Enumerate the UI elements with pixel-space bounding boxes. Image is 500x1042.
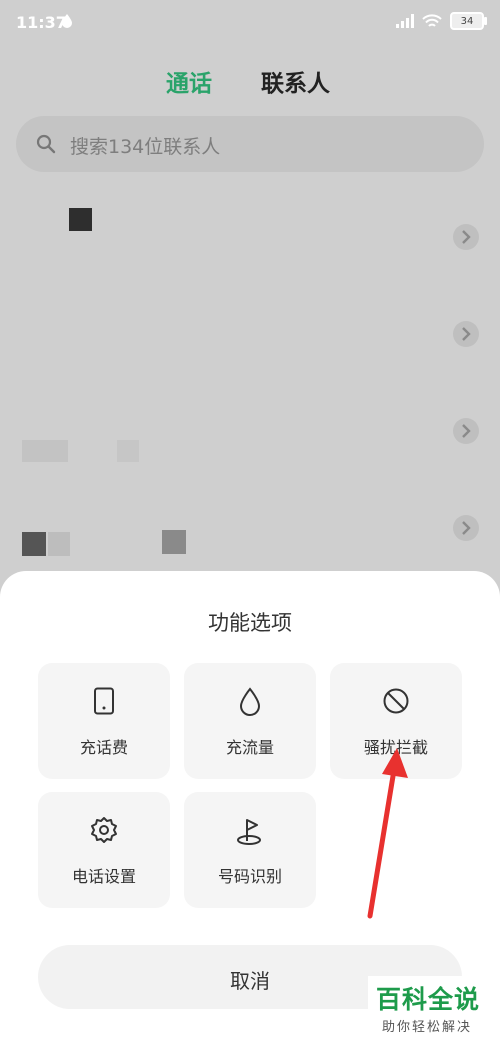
battery-level: 34 bbox=[460, 15, 474, 27]
annotation-arrow bbox=[367, 748, 408, 919]
number-identify-button[interactable]: 号码识别 bbox=[184, 792, 316, 908]
signal-icon bbox=[396, 14, 414, 28]
search-input[interactable]: 搜索134位联系人 bbox=[16, 116, 484, 172]
recharge-data-button[interactable]: 充流量 bbox=[184, 663, 316, 779]
call-detail-button[interactable] bbox=[453, 515, 479, 541]
recharge-fee-button[interactable]: 充话费 bbox=[38, 663, 170, 779]
avatar bbox=[22, 532, 46, 556]
tile-label: 充流量 bbox=[225, 738, 274, 757]
avatar bbox=[69, 208, 92, 231]
phone-icon bbox=[94, 687, 114, 715]
avatar bbox=[48, 532, 70, 556]
tab-contacts[interactable]: 联系人 bbox=[261, 64, 330, 98]
gear-icon bbox=[91, 817, 117, 843]
chevron-right-icon bbox=[462, 424, 471, 438]
water-drop-status-icon bbox=[62, 14, 72, 28]
block-icon bbox=[383, 688, 409, 714]
tile-label: 电话设置 bbox=[71, 867, 136, 886]
wifi-icon bbox=[422, 13, 442, 27]
tile-label: 充话费 bbox=[79, 738, 128, 757]
avatar bbox=[117, 440, 139, 462]
call-detail-button[interactable] bbox=[453, 321, 479, 347]
tile-label: 号码识别 bbox=[217, 867, 282, 886]
function-options-sheet: 功能选项 充话费 充流量 骚扰拦截 电话设置 号码识别 取消 bbox=[0, 571, 500, 1042]
status-time: 11:37 bbox=[16, 13, 67, 32]
chevron-right-icon bbox=[462, 327, 471, 341]
avatar bbox=[162, 530, 186, 554]
call-detail-button[interactable] bbox=[453, 418, 479, 444]
search-icon bbox=[36, 134, 56, 154]
avatar bbox=[22, 440, 68, 462]
status-bar: 11:37 34 bbox=[0, 0, 500, 44]
call-settings-button[interactable]: 电话设置 bbox=[38, 792, 170, 908]
flag-icon bbox=[237, 819, 261, 845]
search-placeholder: 搜索134位联系人 bbox=[70, 136, 221, 158]
tab-calls[interactable]: 通话 bbox=[166, 64, 212, 98]
call-detail-button[interactable] bbox=[453, 224, 479, 250]
water-drop-icon bbox=[239, 687, 261, 716]
status-right: 34 bbox=[394, 12, 487, 30]
chevron-right-icon bbox=[462, 521, 471, 535]
watermark-logo: 百科全说 助你轻松解决 bbox=[368, 976, 500, 1042]
watermark-subtitle: 助你轻松解决 bbox=[382, 1020, 473, 1035]
sheet-title: 功能选项 bbox=[208, 611, 292, 635]
chevron-right-icon bbox=[462, 230, 471, 244]
watermark-title: 百科全说 bbox=[376, 985, 481, 1014]
battery-icon: 34 bbox=[450, 12, 487, 30]
top-tabs: 通话 联系人 bbox=[0, 64, 500, 98]
